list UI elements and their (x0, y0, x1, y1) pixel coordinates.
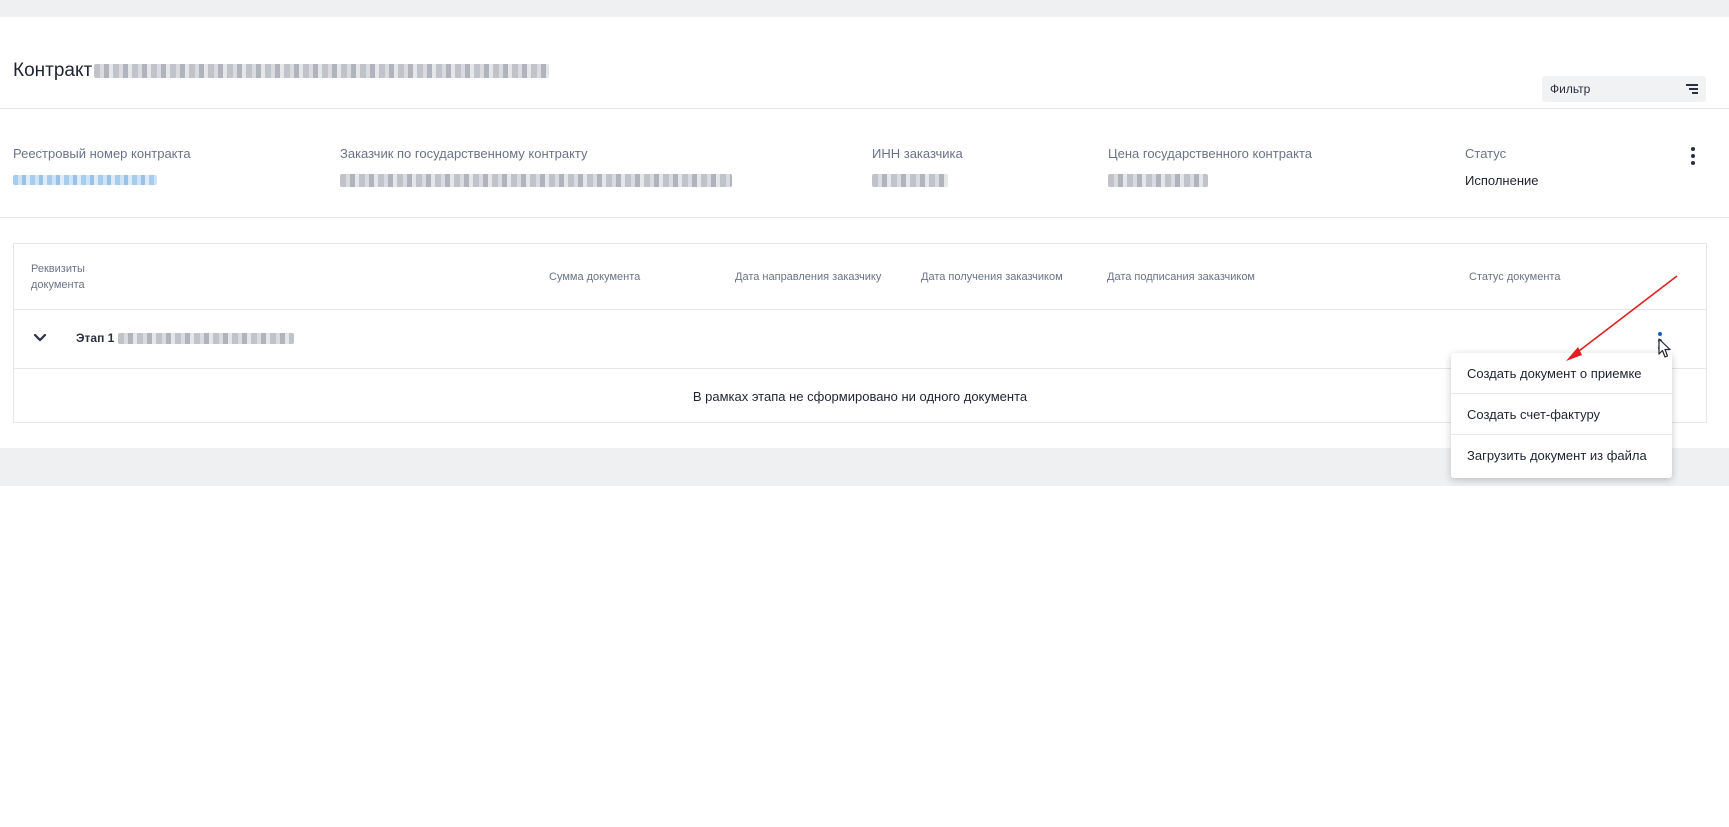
top-strip (0, 0, 1729, 17)
price-caption: Цена государственного контракта (1108, 146, 1313, 161)
filter-dropdown[interactable]: Фильтр (1542, 76, 1706, 102)
contract-info-row: Реестровый номер контракта Заказчик по г… (0, 110, 1729, 218)
customer-caption: Заказчик по государственному контракту (340, 146, 588, 161)
page-header: Контракт Фильтр (0, 17, 1729, 109)
redacted-stage-details (118, 332, 295, 344)
redacted-customer-name (340, 173, 732, 187)
stage-context-menu: Создать документ о приемке Создать счет-… (1451, 353, 1672, 478)
redacted-registry-number[interactable] (13, 175, 157, 185)
table-header: Реквизиты документа Сумма документа Дата… (14, 244, 1706, 310)
customer-value (340, 173, 732, 187)
stage-title: Этап 1 (76, 331, 295, 345)
price-field: Цена государственного контракта (1108, 146, 1312, 187)
page-title: Контракт (13, 60, 550, 82)
status-value: Исполнение (1465, 172, 1539, 188)
chevron-down-icon[interactable] (33, 333, 47, 343)
redacted-inn (872, 173, 948, 187)
customer-field: Заказчик по государственному контракту (340, 146, 732, 187)
redacted-price (1108, 173, 1208, 187)
menu-item-upload-document[interactable]: Загрузить документ из файла (1451, 435, 1672, 476)
contract-more-icon[interactable] (1690, 147, 1696, 165)
registry-number-field: Реестровый номер контракта (13, 146, 191, 187)
filter-lines-icon (1686, 84, 1698, 94)
registry-number-value[interactable] (13, 173, 191, 187)
inn-value (872, 173, 963, 187)
inn-caption: ИНН заказчика (872, 146, 963, 161)
price-value (1108, 173, 1312, 187)
filter-label: Фильтр (1550, 82, 1591, 96)
column-header-status: Статус документа (1469, 271, 1561, 283)
column-header-details: Реквизиты документа (31, 263, 85, 291)
column-header-sent-date: Дата направления заказчику (735, 271, 882, 283)
menu-item-create-invoice[interactable]: Создать счет-фактуру (1451, 394, 1672, 435)
stage-label: Этап 1 (76, 331, 115, 345)
status-field: Статус Исполнение (1465, 146, 1539, 188)
redacted-contract-number (94, 64, 550, 78)
column-header-signed-date: Дата подписания заказчиком (1107, 271, 1255, 283)
mouse-cursor-icon (1658, 338, 1671, 358)
menu-item-create-acceptance-document[interactable]: Создать документ о приемке (1451, 353, 1672, 394)
inn-field: ИНН заказчика (872, 146, 963, 187)
page-title-text: Контракт (13, 60, 93, 81)
column-header-received-date: Дата получения заказчиком (921, 271, 1063, 283)
column-header-amount: Сумма документа (549, 271, 641, 283)
status-caption: Статус (1465, 146, 1507, 161)
registry-number-caption: Реестровый номер контракта (13, 146, 191, 161)
